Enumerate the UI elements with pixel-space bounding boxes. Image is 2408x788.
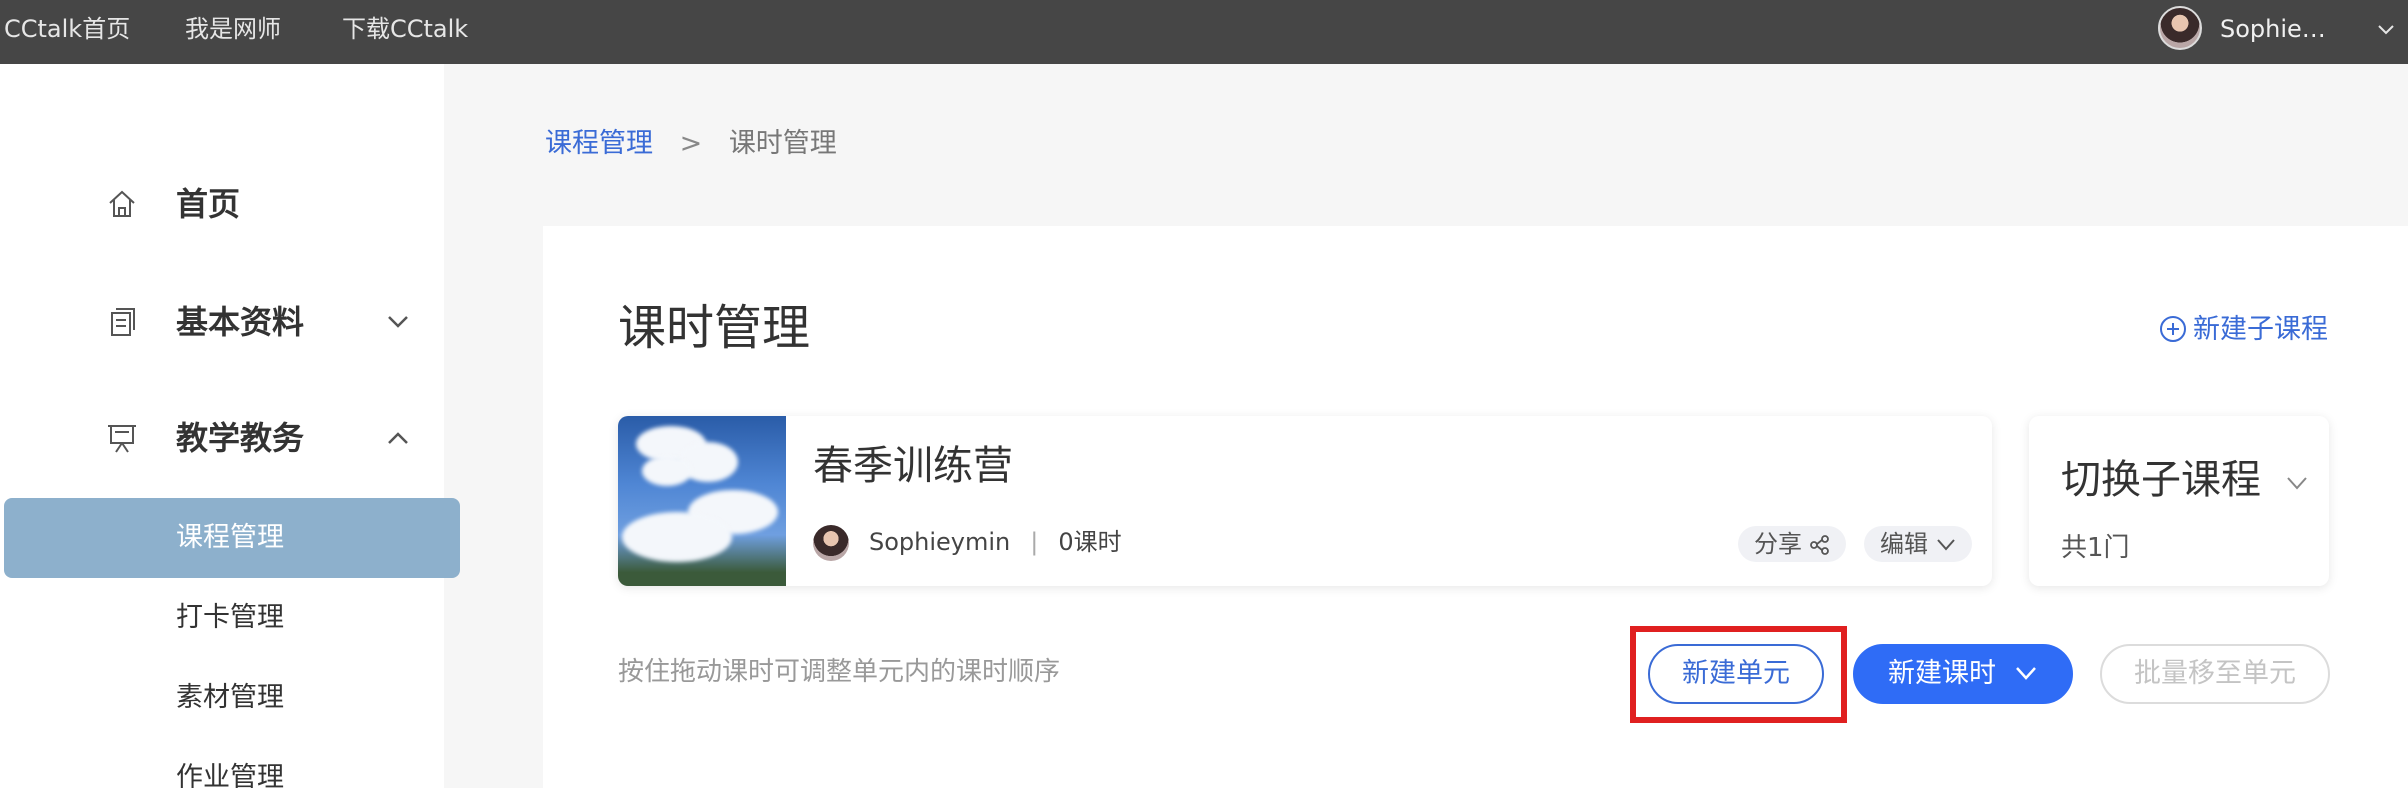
nav-i-am-teacher[interactable]: 我是网师 — [185, 0, 281, 64]
sidebar: 首页 基本资料 教学教务 课程管理 打卡管理 素材管理 作业管理 — [0, 64, 460, 788]
share-button[interactable]: 分享 — [1738, 526, 1846, 562]
sidebar-item-label: 作业管理 — [176, 762, 284, 788]
sidebar-item-label: 课程管理 — [176, 522, 284, 553]
user-menu[interactable]: Sophie… — [2158, 0, 2408, 64]
sidebar-item-home[interactable]: 首页 — [0, 164, 444, 244]
chevron-down-icon — [1936, 539, 1955, 551]
course-card: 春季训练营 Sophieymin | 0课时 分享 编辑 — [618, 416, 1992, 586]
sidebar-item-checkin-management[interactable]: 打卡管理 — [4, 578, 460, 658]
user-name[interactable]: Sophie… — [2220, 0, 2326, 58]
share-label: 分享 — [1754, 530, 1802, 558]
share-icon — [1809, 535, 1829, 555]
lesson-count: 0课时 — [1058, 528, 1122, 556]
chevron-down-icon — [388, 316, 408, 328]
sidebar-item-label: 打卡管理 — [176, 602, 284, 633]
edit-dropdown[interactable]: 编辑 — [1864, 526, 1972, 562]
switch-sub-course[interactable]: 切换子课程 共1门 — [2029, 416, 2329, 586]
plus-circle-icon — [2160, 316, 2186, 342]
new-sub-course-button[interactable]: 新建子课程 — [2159, 310, 2328, 350]
new-lesson-label: 新建课时 — [1888, 658, 1996, 689]
home-icon — [109, 190, 135, 217]
sidebar-item-label: 首页 — [176, 185, 241, 223]
breadcrumb-course-management[interactable]: 课程管理 — [545, 128, 653, 159]
page-title: 课时管理 — [618, 300, 811, 356]
sidebar-item-homework-management[interactable]: 作业管理 — [4, 738, 460, 788]
avatar[interactable] — [2158, 6, 2202, 50]
sidebar-item-teaching[interactable]: 教学教务 — [0, 398, 444, 478]
top-bar: CCtalk首页 我是网师 下载CCtalk Sophie… — [0, 0, 2408, 64]
drag-hint: 按住拖动课时可调整单元内的课时顺序 — [618, 657, 1061, 687]
sidebar-item-material-management[interactable]: 素材管理 — [4, 658, 460, 738]
chevron-down-icon — [2287, 477, 2307, 490]
breadcrumb: 课程管理 > 课时管理 — [545, 124, 837, 164]
document-icon — [111, 308, 135, 336]
breadcrumb-separator: > — [679, 128, 703, 159]
sidebar-item-label: 教学教务 — [176, 419, 305, 457]
blackboard-icon — [108, 425, 136, 453]
switch-sub-course-title: 切换子课程 — [2061, 457, 2261, 503]
chevron-down-icon — [2016, 667, 2036, 680]
edit-label: 编辑 — [1880, 530, 1928, 558]
main-panel: 课时管理 新建子课程 春季训练营 Sophieymin | 0课时 分享 编辑 切换… — [543, 226, 2408, 788]
chevron-up-icon — [388, 432, 408, 444]
sidebar-item-basic-info[interactable]: 基本资料 — [0, 282, 444, 362]
sidebar-item-label: 基本资料 — [176, 303, 305, 341]
new-unit-button[interactable]: 新建单元 — [1648, 644, 1824, 704]
course-owner: Sophieymin | 0课时 — [813, 524, 1122, 561]
breadcrumb-current: 课时管理 — [728, 128, 837, 159]
sidebar-item-course-management[interactable]: 课程管理 — [4, 498, 460, 578]
divider: | — [1030, 528, 1039, 556]
course-name: 春季训练营 — [813, 443, 1013, 489]
sidebar-item-label: 素材管理 — [176, 682, 284, 713]
course-cover-image — [618, 416, 786, 586]
sub-course-count: 共1门 — [2061, 533, 2130, 563]
new-sub-course-label: 新建子课程 — [2193, 314, 2328, 345]
owner-avatar — [813, 525, 849, 561]
chevron-down-icon[interactable] — [2376, 20, 2396, 40]
new-lesson-button[interactable]: 新建课时 — [1853, 644, 2073, 704]
batch-move-button[interactable]: 批量移至单元 — [2100, 644, 2330, 704]
owner-name: Sophieymin — [869, 528, 1011, 556]
nav-download-cctalk[interactable]: 下载CCtalk — [342, 0, 468, 64]
nav-cctalk-home[interactable]: CCtalk首页 — [4, 0, 130, 64]
